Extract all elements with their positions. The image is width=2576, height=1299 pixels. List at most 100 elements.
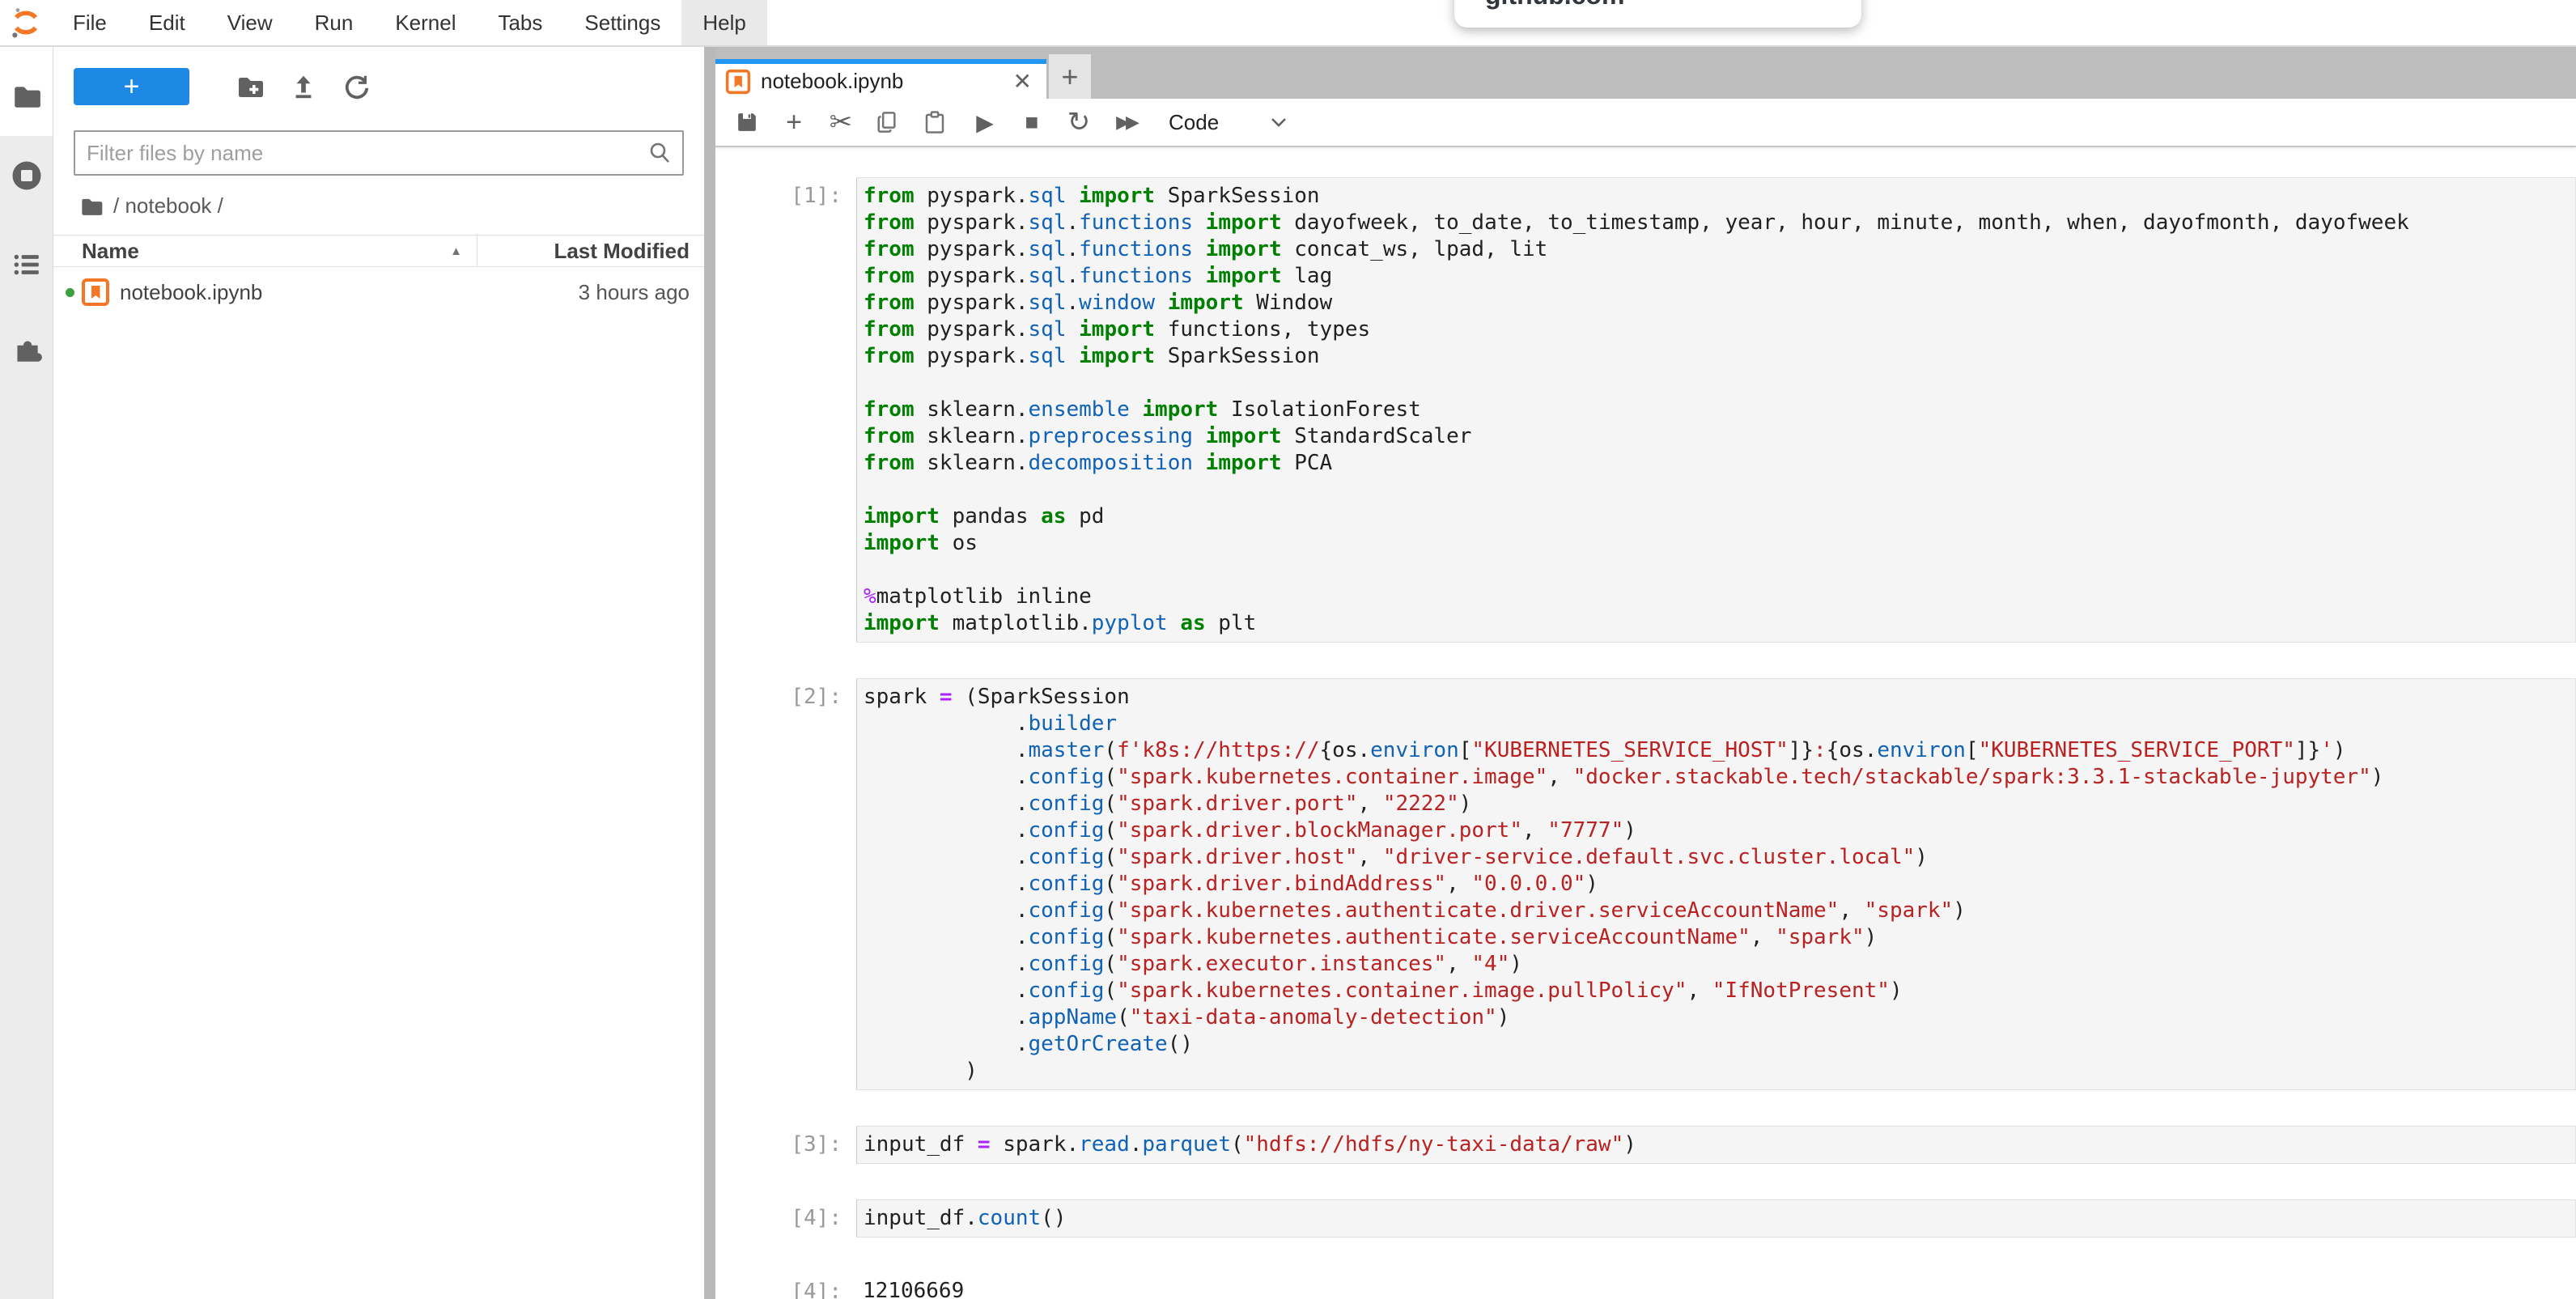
stop-kernel-icon[interactable]: ■ [1013,109,1050,135]
chevron-down-icon[interactable] [1269,116,1288,129]
code-line: from pyspark.sql import functions, types [864,316,2569,343]
restart-run-all-icon[interactable]: ▶▶ [1107,112,1144,133]
panel-splitter[interactable] [704,45,715,1299]
code-line: from pyspark.sql import SparkSession [864,343,2569,370]
cell-output-row: [4]: 12106669 [715,1273,2576,1299]
copy-cell-icon[interactable] [869,110,906,134]
code-line: .config("spark.kubernetes.container.imag… [864,764,2569,791]
refresh-icon[interactable] [330,73,384,100]
add-cell-icon[interactable]: + [775,107,813,138]
column-name-header[interactable]: Name ▲ [53,239,477,264]
code-line: from pyspark.sql.functions import concat… [864,236,2569,263]
file-name: notebook.ipynb [120,280,463,305]
cut-cell-icon[interactable]: ✂ [822,106,859,138]
tab-label: notebook.ipynb [761,69,1008,94]
cell-output-text: 12106669 [856,1273,2576,1299]
breadcrumb[interactable]: / notebook / [79,193,704,219]
menu-tabs[interactable]: Tabs [477,0,563,45]
notebook-toolbar: + ✂ ▶ ■ ↻ ▶▶ Code [715,99,2576,147]
popup-site-text: github.com [1485,0,1861,11]
menu-file[interactable]: File [52,0,128,45]
code-line: .builder [864,711,2569,737]
notebook-area: [1]:from pyspark.sql import SparkSession… [715,147,2576,1299]
cell-code-editor[interactable]: input_df.count() [856,1199,2576,1237]
code-line: .master(f'k8s://https://{os.environ["KUB… [864,737,2569,764]
upload-icon[interactable] [277,73,330,100]
cell-code-editor[interactable]: spark = (SparkSession .builder .master(f… [856,678,2576,1090]
code-cell: [1]:from pyspark.sql import SparkSession… [715,177,2576,643]
new-tab-button[interactable]: + [1049,54,1091,99]
code-line: .config("spark.kubernetes.authenticate.s… [864,924,2569,951]
kernel-running-dot [66,288,74,297]
paste-cell-icon[interactable] [916,110,953,134]
code-line: .config("spark.kubernetes.container.imag… [864,978,2569,1004]
menu-settings[interactable]: Settings [563,0,681,45]
menu-bar: File Edit View Run Kernel Tabs Settings … [0,0,2576,47]
extensions-icon[interactable] [0,333,53,367]
code-line: ) [864,1058,2569,1085]
save-icon[interactable] [728,110,766,134]
file-browser-toolbar: + [53,45,704,111]
breadcrumb-path: / notebook / [113,193,223,219]
column-modified-header[interactable]: Last Modified [477,236,704,266]
code-cell: [4]: input_df.count() [715,1199,2576,1237]
code-line: .config("spark.driver.port", "2222") [864,791,2569,817]
code-line: .config("spark.driver.bindAddress", "0.0… [864,871,2569,898]
notebook-tab-icon [725,69,751,95]
code-line: from pyspark.sql.window import Window [864,290,2569,316]
code-line: .getOrCreate() [864,1031,2569,1058]
code-line: .config("spark.kubernetes.authenticate.d… [864,898,2569,924]
code-cell: [2]:spark = (SparkSession .builder .mast… [715,678,2576,1090]
code-line: input_df.count() [864,1205,2569,1232]
breadcrumb-folder-icon[interactable] [79,194,104,219]
restart-kernel-icon[interactable]: ↻ [1060,106,1097,138]
new-folder-icon[interactable] [223,72,277,101]
code-line: import pandas as pd [864,503,2569,530]
code-line: from sklearn.ensemble import IsolationFo… [864,397,2569,423]
file-modified: 3 hours ago [463,280,704,305]
code-line: 12106669 [863,1278,2570,1299]
code-line: import os [864,530,2569,557]
running-sessions-icon[interactable] [0,159,53,193]
file-browser-icon[interactable] [0,81,53,112]
menu-view[interactable]: View [206,0,294,45]
search-icon [647,140,673,166]
new-launcher-button[interactable]: + [74,68,189,105]
code-line: from sklearn.preprocessing import Standa… [864,423,2569,450]
code-line: .config("spark.driver.blockManager.port"… [864,817,2569,844]
file-list-header: Name ▲ Last Modified [53,235,704,267]
sort-ascending-icon: ▲ [450,244,462,258]
filter-files-input[interactable] [75,141,647,166]
code-line [864,370,2569,397]
menu-help[interactable]: Help [681,0,766,45]
code-line [864,477,2569,503]
code-line: .config("spark.executor.instances", "4") [864,951,2569,978]
code-line: import matplotlib.pyplot as plt [864,610,2569,637]
input-prompt: [4]: [715,1199,856,1237]
input-prompt: [3]: [715,1126,856,1164]
code-line: from pyspark.sql import SparkSession [864,183,2569,210]
notebook-file-icon [81,278,110,307]
jupyter-logo-icon [0,0,52,45]
output-prompt: [4]: [715,1273,856,1299]
tab-notebook[interactable]: notebook.ipynb ✕ [715,59,1046,99]
cell-code-editor[interactable]: input_df = spark.read.parquet("hdfs://hd… [856,1126,2576,1164]
file-row-notebook[interactable]: notebook.ipynb 3 hours ago [53,267,704,317]
code-line: input_df = spark.read.parquet("hdfs://hd… [864,1131,2569,1158]
cell-code-editor[interactable]: from pyspark.sql import SparkSessionfrom… [856,177,2576,643]
cell-type-dropdown[interactable]: Code [1169,110,1219,135]
run-cell-icon[interactable]: ▶ [966,109,1004,136]
filter-files-box [74,130,684,176]
menu-kernel[interactable]: Kernel [374,0,477,45]
table-of-contents-icon[interactable] [0,249,53,280]
menu-edit[interactable]: Edit [128,0,206,45]
code-line: .appName("taxi-data-anomaly-detection") [864,1004,2569,1031]
activity-sidebar [0,45,53,1299]
dock-tab-bar: notebook.ipynb ✕ + [715,45,2576,99]
browser-popup: github.com [1454,0,1861,28]
tab-close-icon[interactable]: ✕ [1008,68,1037,95]
menu-run[interactable]: Run [294,0,375,45]
code-line: from sklearn.decomposition import PCA [864,450,2569,477]
file-browser-panel: + / notebook / Name [53,45,704,1299]
jupyterlab-window: File Edit View Run Kernel Tabs Settings … [0,0,2576,1299]
